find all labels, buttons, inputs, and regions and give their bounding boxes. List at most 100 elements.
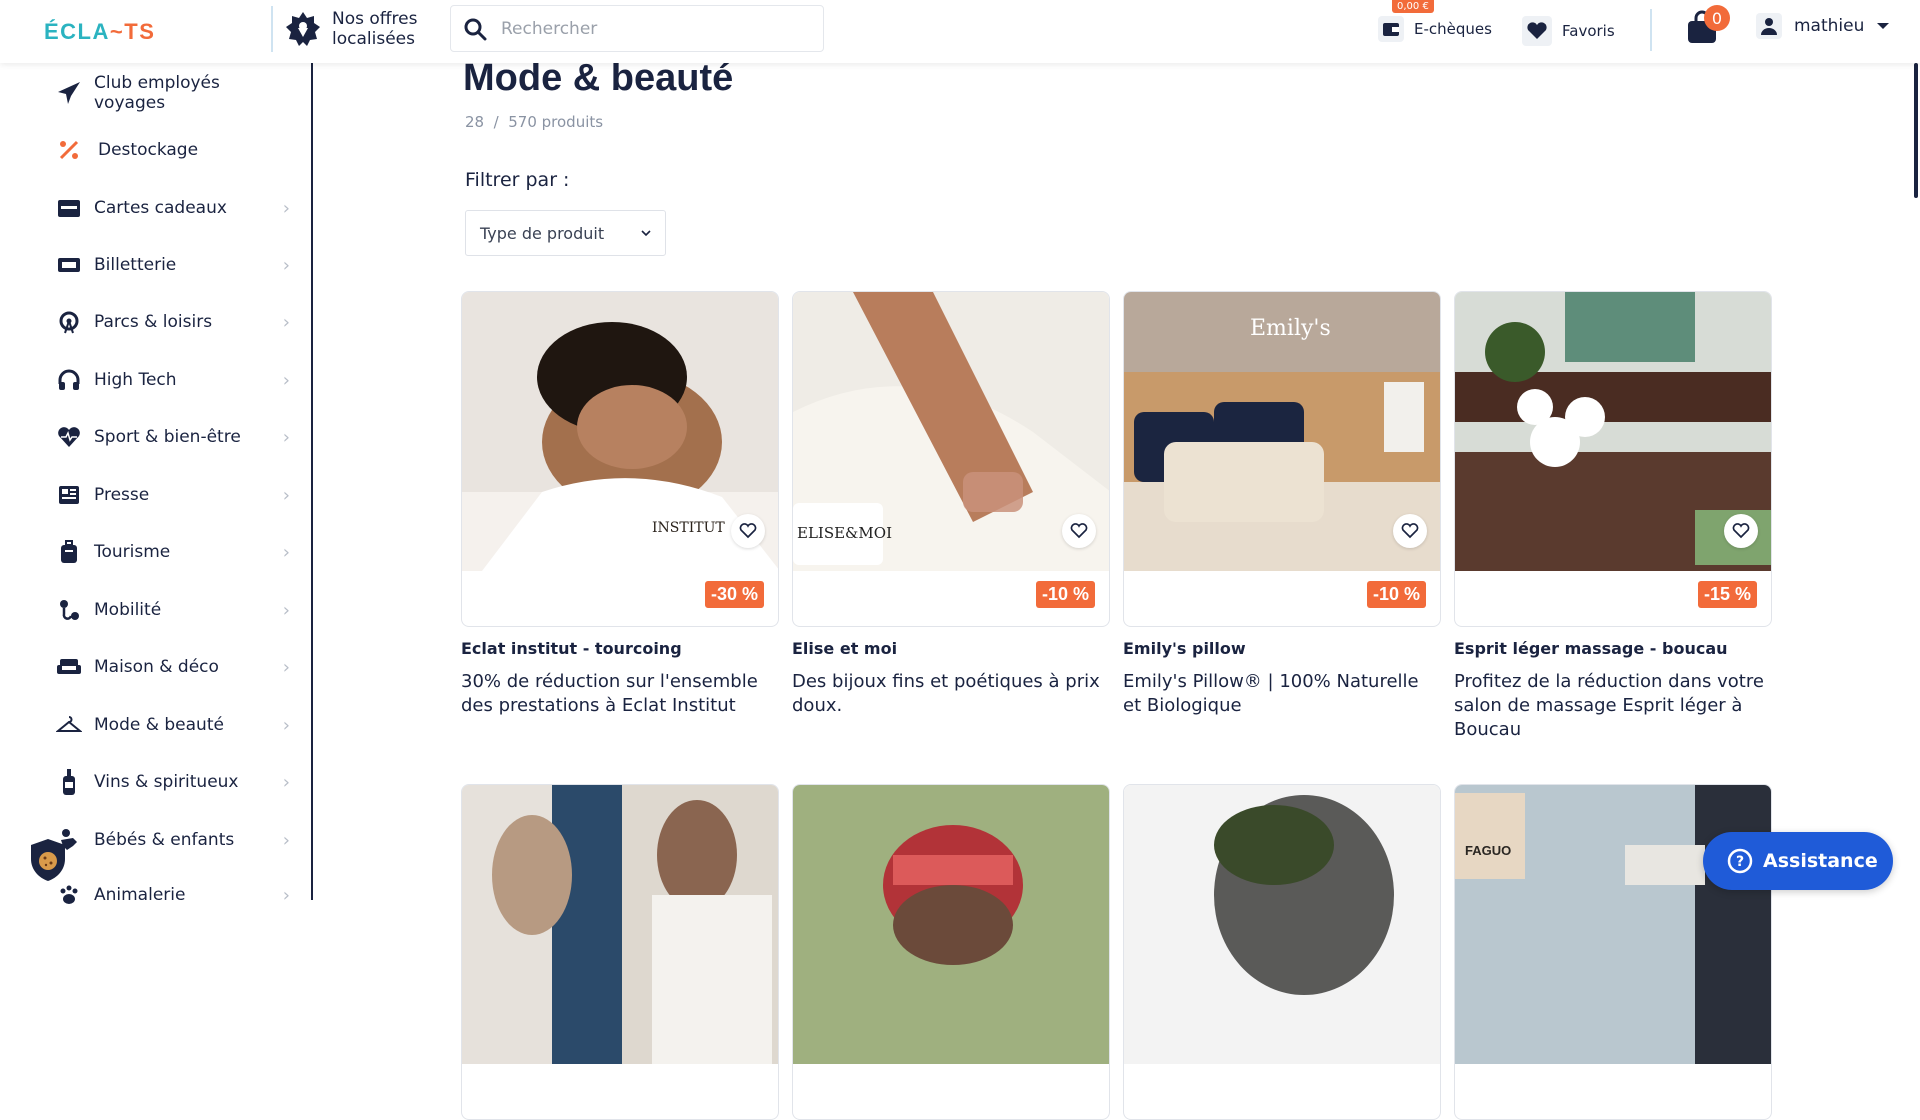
sidebar-item-maison-deco[interactable]: Maison & déco ›	[54, 647, 294, 687]
chevron-right-icon: ›	[282, 254, 290, 276]
offers-line2: localisées	[332, 29, 415, 49]
brand-overlay-text: Emily's	[1250, 316, 1331, 341]
chevron-right-icon: ›	[282, 541, 290, 563]
local-offers-link[interactable]: Nos offres localisées	[284, 9, 417, 49]
heart-outline-icon	[1732, 523, 1750, 539]
chevron-right-icon: ›	[282, 656, 290, 678]
paw-icon	[54, 880, 84, 910]
sidebar-item-parcs-loisirs[interactable]: Parcs & loisirs ›	[54, 302, 294, 342]
offers-line1: Nos offres	[332, 9, 418, 29]
sidebar-item-label: Animalerie	[94, 885, 186, 905]
sidebar-item-billetterie[interactable]: Billetterie ›	[54, 245, 294, 285]
favoris-link[interactable]: Favoris	[1522, 16, 1615, 46]
product-type-select[interactable]: Type de produit	[465, 210, 666, 256]
luggage-icon	[54, 537, 84, 567]
discount-badge: -15 %	[1697, 581, 1757, 608]
add-favorite-button[interactable]	[1062, 514, 1096, 548]
page-scrollbar[interactable]	[1914, 63, 1918, 198]
sidebar-item-label: Billetterie	[94, 255, 177, 275]
count-shown: 28	[465, 113, 485, 131]
caret-down-icon	[1877, 23, 1890, 29]
user-icon	[1756, 13, 1782, 39]
divider	[271, 6, 273, 52]
product-name: Elise et moi	[792, 639, 898, 658]
product-name: Emily's pillow	[1123, 639, 1246, 658]
discount-badge: -10 %	[1035, 581, 1095, 608]
brand-overlay-text: ELISE&MOI	[797, 524, 892, 542]
svg-text:?: ?	[1736, 854, 1744, 870]
chevron-right-icon: ›	[282, 426, 290, 448]
product-photo	[1124, 785, 1440, 1064]
assistance-button[interactable]: ? Assistance	[1703, 832, 1893, 890]
search-icon[interactable]	[463, 17, 487, 41]
chevron-down-icon	[641, 229, 651, 236]
sidebar-item-mode-beaute[interactable]: Mode & beauté ›	[54, 705, 294, 745]
product-image-frame	[461, 784, 779, 1120]
sidebar-item-label: Mobilité	[94, 600, 162, 620]
product-name: Esprit léger massage - boucau	[1454, 639, 1728, 658]
product-photo	[462, 785, 778, 1064]
divider	[1650, 9, 1652, 51]
filter-label: Filtrer par :	[465, 169, 570, 191]
page-title: Mode & beauté	[463, 57, 734, 99]
location-badge-icon	[286, 12, 320, 46]
wallet-icon	[1378, 16, 1404, 42]
sidebar-item-cartes-cadeaux[interactable]: Cartes cadeaux ›	[54, 188, 294, 228]
echeques-balance-badge: 0,00 €	[1392, 0, 1434, 13]
cookie-shield-icon	[31, 839, 65, 881]
sidebar-item-mobilite[interactable]: Mobilité ›	[54, 590, 294, 630]
product-image-frame: Emily's -10 %	[1123, 291, 1441, 627]
discount-badge: -10 %	[1366, 581, 1426, 608]
sidebar-item-destockage[interactable]: Destockage	[54, 130, 294, 170]
sidebar-item-label: Vins & spiritueux	[94, 772, 239, 792]
logo-tilde: ~	[109, 19, 125, 44]
gift-card-icon	[54, 193, 84, 223]
chevron-right-icon: ›	[282, 484, 290, 506]
sidebar-item-animalerie[interactable]: Animalerie ›	[54, 875, 294, 915]
chevron-right-icon: ›	[282, 197, 290, 219]
hanger-icon	[54, 710, 84, 740]
chevron-right-icon: ›	[282, 369, 290, 391]
sidebar-item-sport[interactable]: Sport & bien-être ›	[54, 417, 294, 457]
product-description: Profitez de la réduction dans votre salo…	[1454, 671, 1764, 740]
search-input[interactable]	[501, 18, 801, 39]
product-description: 30% de réduction sur l'ensemble des pres…	[461, 671, 758, 716]
search-box[interactable]	[450, 5, 824, 52]
sidebar-item-bebes[interactable]: Bébés & enfants ›	[54, 820, 294, 860]
chevron-right-icon: ›	[282, 884, 290, 906]
sidebar-item-tourisme[interactable]: Tourisme ›	[54, 532, 294, 572]
sidebar-item-label: Club employés voyages	[94, 73, 220, 113]
logo-text-right: TS	[124, 19, 156, 44]
sidebar-item-label: Bébés & enfants	[94, 830, 235, 850]
cart-count-badge: 0	[1704, 5, 1730, 31]
echeques-link[interactable]: E-chèques	[1378, 16, 1492, 42]
favoris-label: Favoris	[1562, 22, 1615, 40]
plane-icon	[54, 78, 84, 108]
heart-pulse-icon	[54, 422, 84, 452]
user-menu[interactable]: mathieu	[1756, 13, 1890, 39]
chevron-right-icon: ›	[282, 771, 290, 793]
sidebar-item-presse[interactable]: Presse ›	[54, 475, 294, 515]
sidebar-item-vins[interactable]: Vins & spiritueux ›	[54, 762, 294, 802]
sidebar-item-label: Maison & déco	[94, 657, 219, 677]
product-description: Des bijoux fins et poétiques à prix doux…	[792, 671, 1100, 716]
sidebar-item-label: Cartes cadeaux	[94, 198, 227, 218]
add-favorite-button[interactable]	[1393, 514, 1427, 548]
sidebar-item-high-tech[interactable]: High Tech ›	[54, 360, 294, 400]
cookie-settings-button[interactable]	[28, 837, 68, 883]
newspaper-icon	[54, 480, 84, 510]
category-sidebar: Club employés voyages Destockage Cartes …	[0, 63, 313, 906]
discount-badge: -30 %	[704, 581, 764, 608]
sidebar-item-label: High Tech	[94, 370, 177, 390]
logo[interactable]: ÉCLA~TS	[44, 19, 155, 45]
help-icon: ?	[1727, 848, 1753, 874]
add-favorite-button[interactable]	[731, 514, 765, 548]
user-name: mathieu	[1794, 16, 1865, 36]
brand-overlay-text: FAGUO	[1465, 843, 1512, 858]
add-favorite-button[interactable]	[1724, 514, 1758, 548]
echeques-label: E-chèques	[1414, 20, 1492, 38]
chevron-right-icon: ›	[282, 829, 290, 851]
ticket-icon	[54, 250, 84, 280]
sidebar-item-voyages[interactable]: Club employés voyages	[54, 73, 294, 113]
heart-outline-icon	[1401, 523, 1419, 539]
